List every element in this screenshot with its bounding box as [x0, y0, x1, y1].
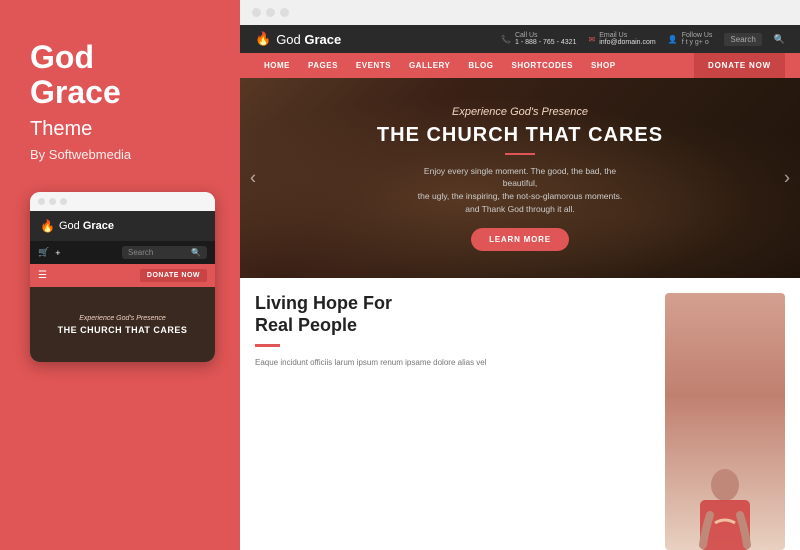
browser-dot-3	[280, 8, 289, 17]
below-text: Living Hope For Real People Eaque incidu…	[255, 293, 645, 550]
site-flame-icon: 🔥	[255, 31, 271, 47]
right-panel: 🔥 God Grace 📞 Call Us 1 - 888 - 765 - 43…	[240, 0, 800, 550]
cart-icon: 🛒	[38, 247, 49, 258]
nav-home[interactable]: HOME	[255, 53, 299, 78]
hero-description: Enjoy every single moment. The good, the…	[410, 165, 630, 216]
mobile-nav: ☰ DONATE NOW	[30, 264, 215, 287]
window-dot-3	[60, 198, 67, 205]
theme-subtitle: Theme	[30, 118, 210, 141]
site-logo: 🔥 God Grace	[255, 31, 341, 47]
follow-info: 👤 Follow Us f t y g+ o	[668, 32, 713, 46]
call-label: Call Us	[515, 32, 577, 39]
mobile-search-bar: 🛒 + Search 🔍	[30, 241, 215, 264]
mobile-header: 🔥 God Grace	[30, 211, 215, 241]
mobile-donate-button[interactable]: DONATE NOW	[140, 269, 207, 282]
nav-donate-button[interactable]: DONATE NOW	[694, 53, 785, 78]
site-below-section: Living Hope For Real People Eaque incidu…	[240, 278, 800, 550]
flame-icon: 🔥	[40, 219, 55, 233]
site-nav: HOME PAGES EVENTS GALLERY BLOG SHORTCODE…	[240, 53, 800, 78]
hero-main-text: THE CHURCH THAT CARES	[377, 124, 663, 147]
mobile-hero-sub: Experience God's Presence	[79, 315, 166, 322]
hero-prev-arrow[interactable]: ‹	[250, 168, 256, 189]
theme-title: God Grace	[30, 40, 210, 110]
nav-pages[interactable]: PAGES	[299, 53, 347, 78]
hamburger-icon[interactable]: ☰	[38, 270, 47, 281]
mobile-icons: 🛒 +	[38, 247, 60, 258]
call-number: 1 - 888 - 765 - 4321	[515, 39, 577, 46]
window-dot-1	[38, 198, 45, 205]
mobile-logo: 🔥 God Grace	[40, 219, 114, 233]
email-icon: ✉	[588, 35, 595, 44]
mobile-hero: Experience God's Presence THE CHURCH THA…	[30, 287, 215, 362]
below-title: Living Hope For Real People	[255, 293, 645, 336]
site-hero: ‹ Experience God's Presence THE CHURCH T…	[240, 78, 800, 278]
site-header-right: 📞 Call Us 1 - 888 - 765 - 4321 ✉ Email U…	[501, 32, 785, 46]
nav-events[interactable]: EVENTS	[347, 53, 400, 78]
person-svg	[665, 465, 785, 550]
hero-next-arrow[interactable]: ›	[784, 168, 790, 189]
site-header: 🔥 God Grace 📞 Call Us 1 - 888 - 765 - 43…	[240, 25, 800, 53]
nav-blog[interactable]: BLOG	[459, 53, 502, 78]
header-search-icon[interactable]: 🔍	[774, 34, 785, 45]
left-panel: God Grace Theme By Softwebmedia 🔥 God Gr…	[0, 0, 240, 550]
browser-dot-2	[266, 8, 275, 17]
browser-chrome	[240, 0, 800, 25]
window-bar	[30, 192, 215, 211]
below-divider	[255, 344, 280, 347]
header-search[interactable]: Search	[724, 33, 761, 46]
theme-by: By Softwebmedia	[30, 147, 210, 162]
hero-learn-more-button[interactable]: LEARN MORE	[471, 228, 569, 251]
mobile-hero-main: THE CHURCH THAT CARES	[58, 325, 188, 335]
plus-icon: +	[55, 248, 60, 258]
follow-label: Follow Us	[682, 32, 713, 39]
follow-icon: 👤	[668, 35, 678, 44]
hero-subtext: Experience God's Presence	[377, 106, 663, 118]
website-preview: 🔥 God Grace 📞 Call Us 1 - 888 - 765 - 43…	[240, 25, 800, 550]
hero-divider	[505, 153, 535, 155]
site-logo-text: God Grace	[276, 32, 341, 47]
email-label: Email Us	[599, 32, 656, 39]
window-dot-2	[49, 198, 56, 205]
phone-icon: 📞	[501, 35, 511, 44]
call-info: 📞 Call Us 1 - 888 - 765 - 4321	[501, 32, 576, 46]
email-info: ✉ Email Us info@domain.com	[588, 32, 655, 46]
search-icon: 🔍	[191, 248, 201, 257]
mobile-logo-text: God Grace	[59, 220, 114, 232]
below-description: Eaque incidunt officiis larum ipsum renu…	[255, 357, 645, 369]
mobile-preview: 🔥 God Grace 🛒 + Search 🔍 ☰ DONATE NOW Ex…	[30, 192, 215, 362]
browser-dot-1	[252, 8, 261, 17]
email-value: info@domain.com	[599, 39, 656, 46]
mobile-search-input[interactable]: Search 🔍	[122, 246, 207, 259]
hero-content: Experience God's Presence THE CHURCH THA…	[377, 106, 663, 251]
nav-shortcodes[interactable]: SHORTCODES	[502, 53, 581, 78]
nav-gallery[interactable]: GALLERY	[400, 53, 459, 78]
search-placeholder: Search	[128, 248, 153, 257]
person-image	[665, 293, 785, 550]
nav-shop[interactable]: SHOP	[582, 53, 625, 78]
below-image	[665, 293, 785, 550]
